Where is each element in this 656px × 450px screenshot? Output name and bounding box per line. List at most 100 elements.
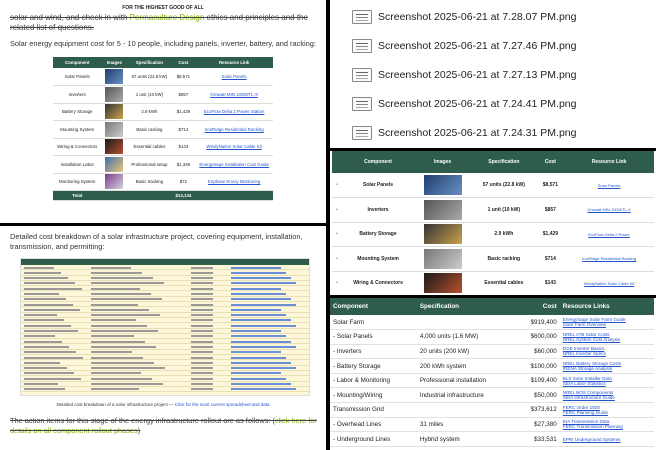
permaculture-link[interactable]: Permaculture Design [130, 13, 205, 22]
column-header[interactable]: Resource Links [559, 298, 654, 315]
cell [231, 270, 307, 274]
component-cell: - Overhead Lines [330, 417, 417, 433]
column-header[interactable]: Cost [515, 298, 560, 315]
resource-link[interactable]: Growatt MIN 10000TL-X [195, 85, 273, 104]
file-item[interactable]: Screenshot 2025-06-21 at 7.24.41 PM.png [330, 89, 654, 118]
spec-cell: 20 units (200 kW) [416, 344, 516, 360]
cell [231, 291, 307, 295]
cell-link [231, 377, 286, 380]
equipment-cost-panel: FOR THE HIGHEST GOOD OF ALL solar and wi… [2, 2, 324, 221]
resource-link[interactable]: IRENA Storage Analysis [563, 366, 651, 371]
cell-text [24, 314, 57, 317]
cell [21, 276, 91, 280]
cell [171, 360, 231, 364]
file-item[interactable]: Screenshot 2025-06-21 at 7.24.31 PM.png [330, 118, 654, 147]
resource-link[interactable]: Solar Farm Overview [563, 322, 651, 327]
file-item[interactable]: Screenshot 2025-06-21 at 7.28.07 PM.png [330, 2, 654, 31]
cell [171, 302, 231, 306]
cell-link [231, 277, 291, 280]
image-cell[interactable] [414, 271, 471, 295]
resource-link[interactable]: FERC Transmission Planning [563, 424, 651, 429]
component-cell[interactable]: Wiring & Connectors [342, 271, 415, 295]
image-cell[interactable] [414, 173, 471, 198]
component-cell[interactable]: Battery Storage [342, 222, 415, 247]
resource-link[interactable]: Enphase Envoy Monitoring [195, 173, 273, 191]
cell [21, 265, 91, 269]
image-cell[interactable] [414, 197, 471, 223]
solar-farm-table: Component Specification Cost Resource Links… [330, 298, 654, 447]
image-cell[interactable] [414, 246, 471, 272]
image-cell[interactable] [414, 222, 471, 247]
table-row: Transmission Grid $373,612 FERC Order 1920… [330, 402, 654, 418]
cell [231, 297, 307, 301]
resource-link[interactable]: NREL System Cost Analysis [563, 337, 651, 342]
resource-link[interactable]: Growatt MIN 10000TL-X [564, 197, 654, 223]
resource-link[interactable]: NREL Inverter Specs [563, 351, 651, 356]
resource-link[interactable]: EnergySage Installation Cost Guide [195, 155, 273, 174]
file-name: Screenshot 2025-06-21 at 7.27.13 PM.png [378, 68, 577, 81]
spec-cell[interactable]: 57 units (22.8 kW) [471, 173, 537, 198]
component-image [105, 156, 124, 172]
file-item[interactable]: Screenshot 2025-06-21 at 7.27.46 PM.png [330, 31, 654, 60]
column-header[interactable]: Images [414, 151, 471, 173]
cost-cell[interactable]: $1,429 [536, 222, 565, 247]
resource-link[interactable]: Solar Panels [564, 173, 654, 198]
cell [21, 376, 91, 380]
cell-text [191, 292, 213, 295]
component-cell: Solar Panels [53, 68, 102, 86]
cell [91, 281, 171, 285]
component-cell[interactable]: Mounting System [342, 246, 415, 272]
cell-text [24, 277, 68, 280]
resource-link[interactable]: FERC Planning Guide [563, 410, 651, 415]
table-row: - Mounting/Wiring Industrial infrastructu… [330, 387, 654, 404]
table-row: Battery Storage 2.9 kWh $1,429 EcoFlow Delt… [53, 103, 273, 121]
cell-link [231, 319, 291, 322]
cell-text [91, 271, 142, 274]
component-image [105, 121, 124, 137]
cost-cell: $60,000 [515, 344, 560, 360]
cell-text [91, 314, 160, 317]
table-row: - Inverters 20 units (200 kW) $60,000 DOE I… [330, 344, 654, 360]
cost-cell: $50,000 [515, 387, 560, 404]
resource-link[interactable]: EcoFlow Delta 2 Power Station [195, 103, 273, 121]
column-header[interactable]: Component [342, 151, 415, 173]
resource-link[interactable]: EPRI Underground Systems [563, 437, 651, 442]
cost-cell[interactable]: $714 [536, 246, 565, 272]
cell [21, 339, 91, 343]
resource-link[interactable]: WindyNation Solar Cable Kit [564, 271, 654, 295]
spec-cell[interactable]: 2.9 kWh [471, 222, 537, 247]
component-cell[interactable]: Inverters [342, 197, 415, 223]
cell [171, 291, 231, 295]
spreadsheet-link[interactable]: Click for the most current spreadsheet a… [175, 402, 270, 407]
resource-link[interactable]: SEIA Infrastructure Guide [563, 395, 651, 400]
cell-text [24, 388, 65, 391]
resource-link[interactable]: IronRidge Residential Racking [564, 246, 654, 272]
column-header[interactable]: Cost [536, 151, 565, 173]
cell-text [91, 340, 145, 343]
column-header[interactable]: Specification [416, 298, 516, 315]
cell-text [24, 324, 71, 327]
row-marker: • [332, 173, 342, 198]
spec-cell[interactable]: Basic racking [471, 246, 537, 272]
cost-cell[interactable]: $143 [536, 271, 565, 295]
cell-link [231, 266, 281, 269]
resource-link[interactable]: IronRidge Residential Racking [195, 120, 273, 139]
cell-text [24, 271, 61, 274]
cost-cell: $71 [171, 173, 196, 191]
column-header[interactable]: Component [330, 298, 417, 315]
resource-link[interactable]: Solar Panels [195, 68, 273, 86]
column-header[interactable]: Resource Link [564, 151, 654, 173]
cost-cell[interactable]: $8,571 [536, 173, 565, 198]
cell [171, 344, 231, 348]
cost-cell[interactable]: $857 [536, 197, 565, 223]
column-header[interactable]: Specification [471, 151, 537, 173]
component-cell[interactable]: Solar Panels [342, 173, 415, 198]
file-item[interactable]: Screenshot 2025-06-21 at 7.27.13 PM.png [330, 60, 654, 89]
cell [171, 366, 231, 370]
spec-cell[interactable]: 1 unit (10 kW) [471, 197, 537, 223]
spec-cell[interactable]: Essential cables [471, 271, 537, 295]
resource-link[interactable]: EcoFlow Delta 2 Power [564, 222, 654, 247]
resource-link[interactable]: SEIA Labor Statistics [563, 381, 651, 386]
cell-text [24, 367, 67, 370]
resource-link[interactable]: WindyNation Solar Cable Kit [195, 138, 273, 156]
